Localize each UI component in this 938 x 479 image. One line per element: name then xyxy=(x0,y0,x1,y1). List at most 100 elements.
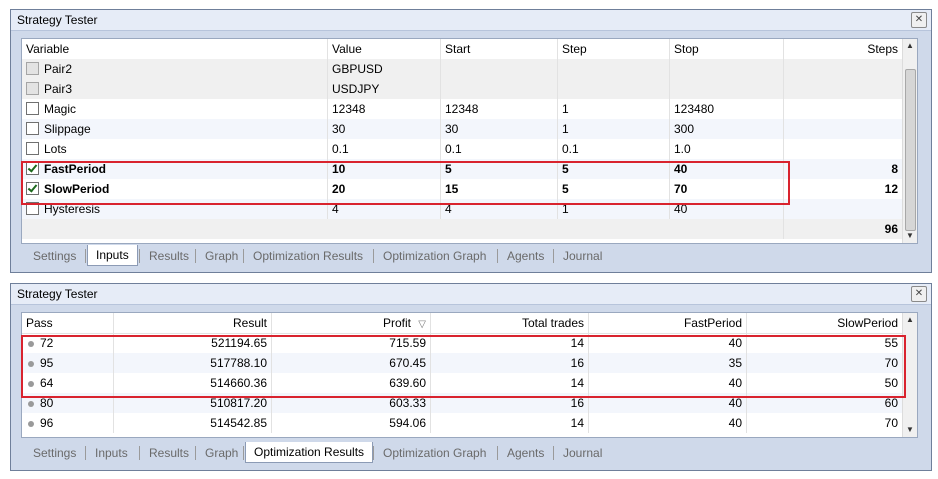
result-row[interactable]: 72 521194.65 715.59 14 40 55 xyxy=(22,333,917,353)
tab-optimization-graph[interactable]: Optimization Graph xyxy=(375,443,494,463)
checkbox-unchecked-icon[interactable] xyxy=(26,142,39,155)
column-header-stop[interactable]: Stop xyxy=(670,39,784,59)
input-stop-cell[interactable]: 70 xyxy=(670,179,784,199)
tab-settings[interactable]: Settings xyxy=(25,246,84,266)
result-total-trades-cell: 14 xyxy=(431,373,589,393)
column-header-fastperiod[interactable]: FastPeriod xyxy=(589,313,747,333)
pass-dot-icon xyxy=(28,341,34,347)
input-start-cell[interactable]: 5 xyxy=(441,159,558,179)
inputs-scrollbar[interactable]: ▲ ▼ xyxy=(902,39,917,243)
tab-optimization-results[interactable]: Optimization Results xyxy=(245,246,371,266)
input-start-cell[interactable]: 15 xyxy=(441,179,558,199)
tab-results[interactable]: Results xyxy=(141,443,197,463)
results-scrollbar[interactable]: ▲ ▼ xyxy=(902,313,917,437)
input-step-cell[interactable]: 5 xyxy=(558,159,670,179)
tab-settings[interactable]: Settings xyxy=(25,443,84,463)
column-header-result[interactable]: Result xyxy=(114,313,272,333)
input-value-cell[interactable]: 30 xyxy=(328,119,441,139)
tab-journal[interactable]: Journal xyxy=(555,443,610,463)
input-value-cell[interactable]: 10 xyxy=(328,159,441,179)
scroll-up-icon[interactable]: ▲ xyxy=(903,39,917,53)
column-header-profit[interactable]: Profit ▽ xyxy=(272,313,431,333)
column-header-start[interactable]: Start xyxy=(441,39,558,59)
panel-title: Strategy Tester xyxy=(17,287,98,301)
pass-number: 64 xyxy=(40,376,54,390)
scroll-thumb[interactable] xyxy=(905,69,916,231)
pass-dot-icon xyxy=(28,381,34,387)
pass-dot-icon xyxy=(28,361,34,367)
input-step-cell[interactable]: 5 xyxy=(558,179,670,199)
input-stop-cell[interactable]: 1.0 xyxy=(670,139,784,159)
tab-graph[interactable]: Graph xyxy=(197,246,246,266)
input-start-cell[interactable]: 30 xyxy=(441,119,558,139)
close-icon[interactable]: ✕ xyxy=(911,12,927,28)
tab-journal[interactable]: Journal xyxy=(555,246,610,266)
input-stop-cell[interactable]: 40 xyxy=(670,199,784,219)
input-value-cell[interactable]: 0.1 xyxy=(328,139,441,159)
result-fastperiod-cell: 35 xyxy=(589,353,747,373)
result-result-cell: 521194.65 xyxy=(114,333,272,353)
input-value-cell[interactable]: 20 xyxy=(328,179,441,199)
scroll-down-icon[interactable]: ▼ xyxy=(903,423,917,437)
result-row[interactable]: 80 510817.20 603.33 16 40 60 xyxy=(22,393,917,413)
result-result-cell: 514660.36 xyxy=(114,373,272,393)
tab-separator xyxy=(243,446,244,460)
column-header-value[interactable]: Value xyxy=(328,39,441,59)
input-row: Hysteresis 4 4 1 40 xyxy=(22,199,917,219)
input-start-cell[interactable]: 12348 xyxy=(441,99,558,119)
result-row[interactable]: 64 514660.36 639.60 14 40 50 xyxy=(22,373,917,393)
tab-graph[interactable]: Graph xyxy=(197,443,246,463)
tab-results[interactable]: Results xyxy=(141,246,197,266)
tab-optimization-results[interactable]: Optimization Results xyxy=(245,442,374,463)
input-step-cell[interactable]: 1 xyxy=(558,119,670,139)
checkbox-unchecked-icon[interactable] xyxy=(26,202,39,215)
input-value-cell[interactable]: 4 xyxy=(328,199,441,219)
tab-inputs[interactable]: Inputs xyxy=(87,245,138,266)
column-header-total-trades[interactable]: Total trades xyxy=(431,313,589,333)
tab-agents[interactable]: Agents xyxy=(499,246,552,266)
column-header-step[interactable]: Step xyxy=(558,39,670,59)
input-step-cell[interactable]: 0.1 xyxy=(558,139,670,159)
input-row: Slippage 30 30 1 300 xyxy=(22,119,917,139)
input-stop-cell[interactable]: 40 xyxy=(670,159,784,179)
input-start-cell[interactable]: 4 xyxy=(441,199,558,219)
tab-separator xyxy=(195,446,196,460)
result-row[interactable]: 96 514542.85 594.06 14 40 70 xyxy=(22,413,917,433)
optimization-results-grid: Pass Result Profit ▽ Total trades FastPe… xyxy=(21,312,918,438)
tab-separator xyxy=(553,446,554,460)
input-stop-cell xyxy=(670,79,784,99)
result-row[interactable]: 95 517788.10 670.45 16 35 70 xyxy=(22,353,917,373)
input-name-label: FastPeriod xyxy=(44,162,107,176)
input-step-cell[interactable]: 1 xyxy=(558,199,670,219)
column-header-slowperiod[interactable]: SlowPeriod xyxy=(747,313,903,333)
tab-agents[interactable]: Agents xyxy=(499,443,552,463)
input-row: Lots 0.1 0.1 0.1 1.0 xyxy=(22,139,917,159)
scroll-up-icon[interactable]: ▲ xyxy=(903,313,917,327)
scroll-down-icon[interactable]: ▼ xyxy=(903,229,917,243)
column-header-variable[interactable]: Variable xyxy=(22,39,328,59)
column-header-pass[interactable]: Pass xyxy=(22,313,114,333)
pass-number: 72 xyxy=(40,336,54,350)
input-stop-cell[interactable]: 123480 xyxy=(670,99,784,119)
input-start-cell xyxy=(441,79,558,99)
checkbox-checked-icon[interactable] xyxy=(26,182,39,195)
close-icon[interactable]: ✕ xyxy=(911,286,927,302)
inputs-grid: Variable Value Start Step Stop Steps Pai… xyxy=(21,38,918,244)
input-value-cell[interactable]: 12348 xyxy=(328,99,441,119)
tab-inputs[interactable]: Inputs xyxy=(87,443,136,463)
result-profit-cell: 594.06 xyxy=(272,413,431,433)
input-name-cell: Hysteresis xyxy=(22,199,328,219)
result-fastperiod-cell: 40 xyxy=(589,413,747,433)
column-header-steps[interactable]: Steps xyxy=(784,39,903,59)
checkbox-checked-icon[interactable] xyxy=(26,162,39,175)
checkbox-unchecked-icon[interactable] xyxy=(26,122,39,135)
input-stop-cell[interactable]: 300 xyxy=(670,119,784,139)
tab-optimization-graph[interactable]: Optimization Graph xyxy=(375,246,494,266)
tab-separator xyxy=(85,446,86,460)
input-step-cell[interactable]: 1 xyxy=(558,99,670,119)
result-pass-cell: 96 xyxy=(22,413,114,433)
input-start-cell[interactable]: 0.1 xyxy=(441,139,558,159)
checkbox-unchecked-icon[interactable] xyxy=(26,102,39,115)
result-profit-cell: 670.45 xyxy=(272,353,431,373)
input-name-label: Hysteresis xyxy=(44,202,101,216)
